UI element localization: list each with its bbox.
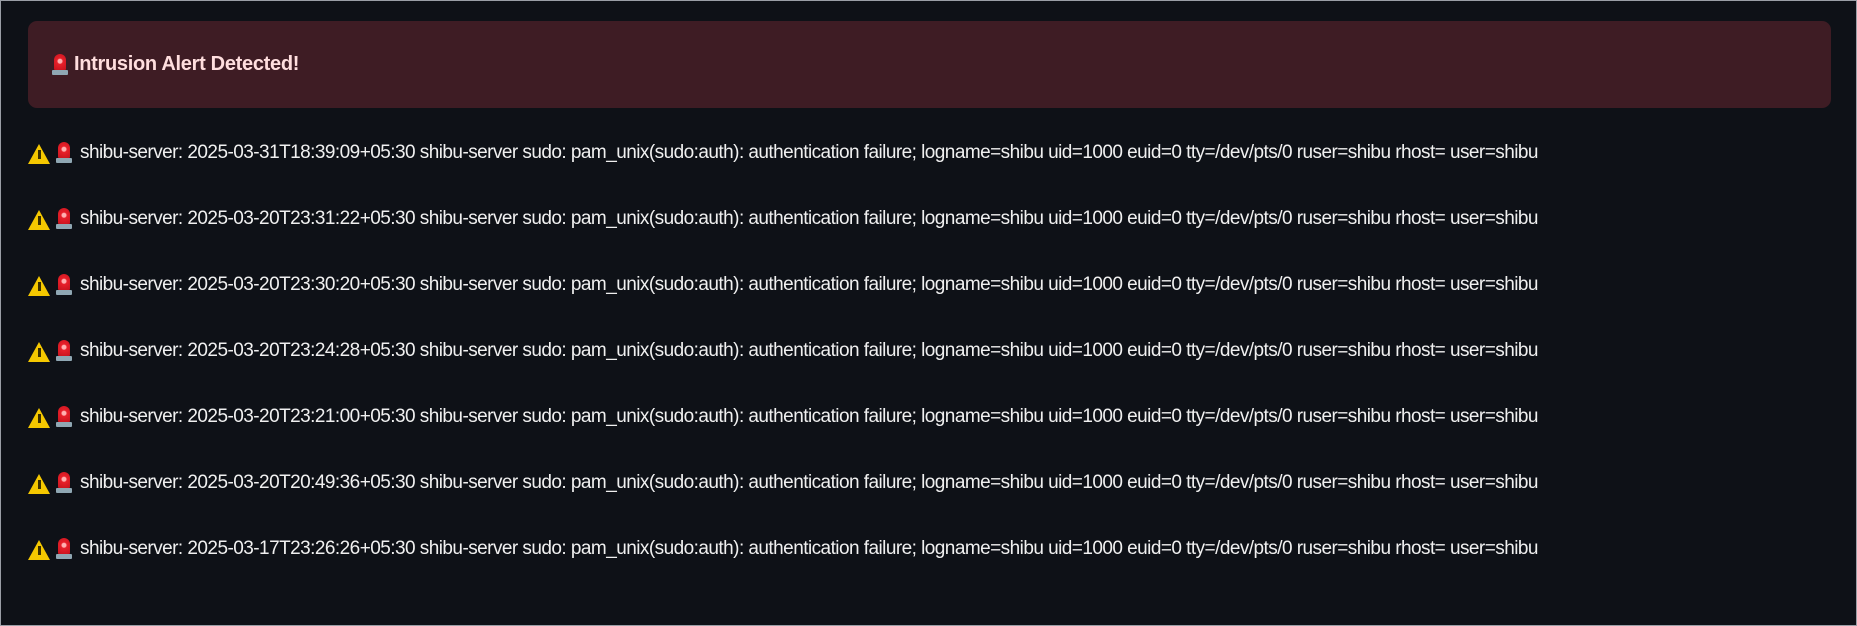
log-text: shibu-server: 2025-03-20T23:24:28+05:30 … <box>80 340 1538 361</box>
warning-icon <box>28 540 50 560</box>
log-text: shibu-server: 2025-03-20T23:31:22+05:30 … <box>80 208 1538 229</box>
police-siren-icon <box>52 53 68 76</box>
log-text: shibu-server: 2025-03-31T18:39:09+05:30 … <box>80 142 1538 163</box>
log-text: shibu-server: 2025-03-17T23:26:26+05:30 … <box>80 538 1538 559</box>
police-siren-icon <box>56 142 72 164</box>
log-entry: shibu-server: 2025-03-17T23:26:26+05:30 … <box>28 537 1538 603</box>
police-siren-icon <box>56 208 72 230</box>
log-entry: shibu-server: 2025-03-20T23:21:00+05:30 … <box>28 405 1538 471</box>
police-siren-icon <box>56 406 72 428</box>
warning-icon <box>28 144 50 164</box>
log-entry: shibu-server: 2025-03-20T23:24:28+05:30 … <box>28 339 1538 405</box>
warning-icon <box>28 276 50 296</box>
log-entry: shibu-server: 2025-03-20T23:31:22+05:30 … <box>28 207 1538 273</box>
warning-icon <box>28 408 50 428</box>
log-entry: shibu-server: 2025-03-20T23:30:20+05:30 … <box>28 273 1538 339</box>
log-list: shibu-server: 2025-03-31T18:39:09+05:30 … <box>28 141 1538 603</box>
log-text: shibu-server: 2025-03-20T20:49:36+05:30 … <box>80 472 1538 493</box>
police-siren-icon <box>56 274 72 296</box>
log-text: shibu-server: 2025-03-20T23:30:20+05:30 … <box>80 274 1538 295</box>
warning-icon <box>28 474 50 494</box>
log-text: shibu-server: 2025-03-20T23:21:00+05:30 … <box>80 406 1538 427</box>
intrusion-alert-banner: Intrusion Alert Detected! <box>28 21 1831 108</box>
warning-icon <box>28 342 50 362</box>
warning-icon <box>28 210 50 230</box>
alert-title: Intrusion Alert Detected! <box>74 53 300 75</box>
log-entry: shibu-server: 2025-03-31T18:39:09+05:30 … <box>28 141 1538 207</box>
police-siren-icon <box>56 472 72 494</box>
police-siren-icon <box>56 340 72 362</box>
log-entry: shibu-server: 2025-03-20T20:49:36+05:30 … <box>28 471 1538 537</box>
police-siren-icon <box>56 538 72 560</box>
